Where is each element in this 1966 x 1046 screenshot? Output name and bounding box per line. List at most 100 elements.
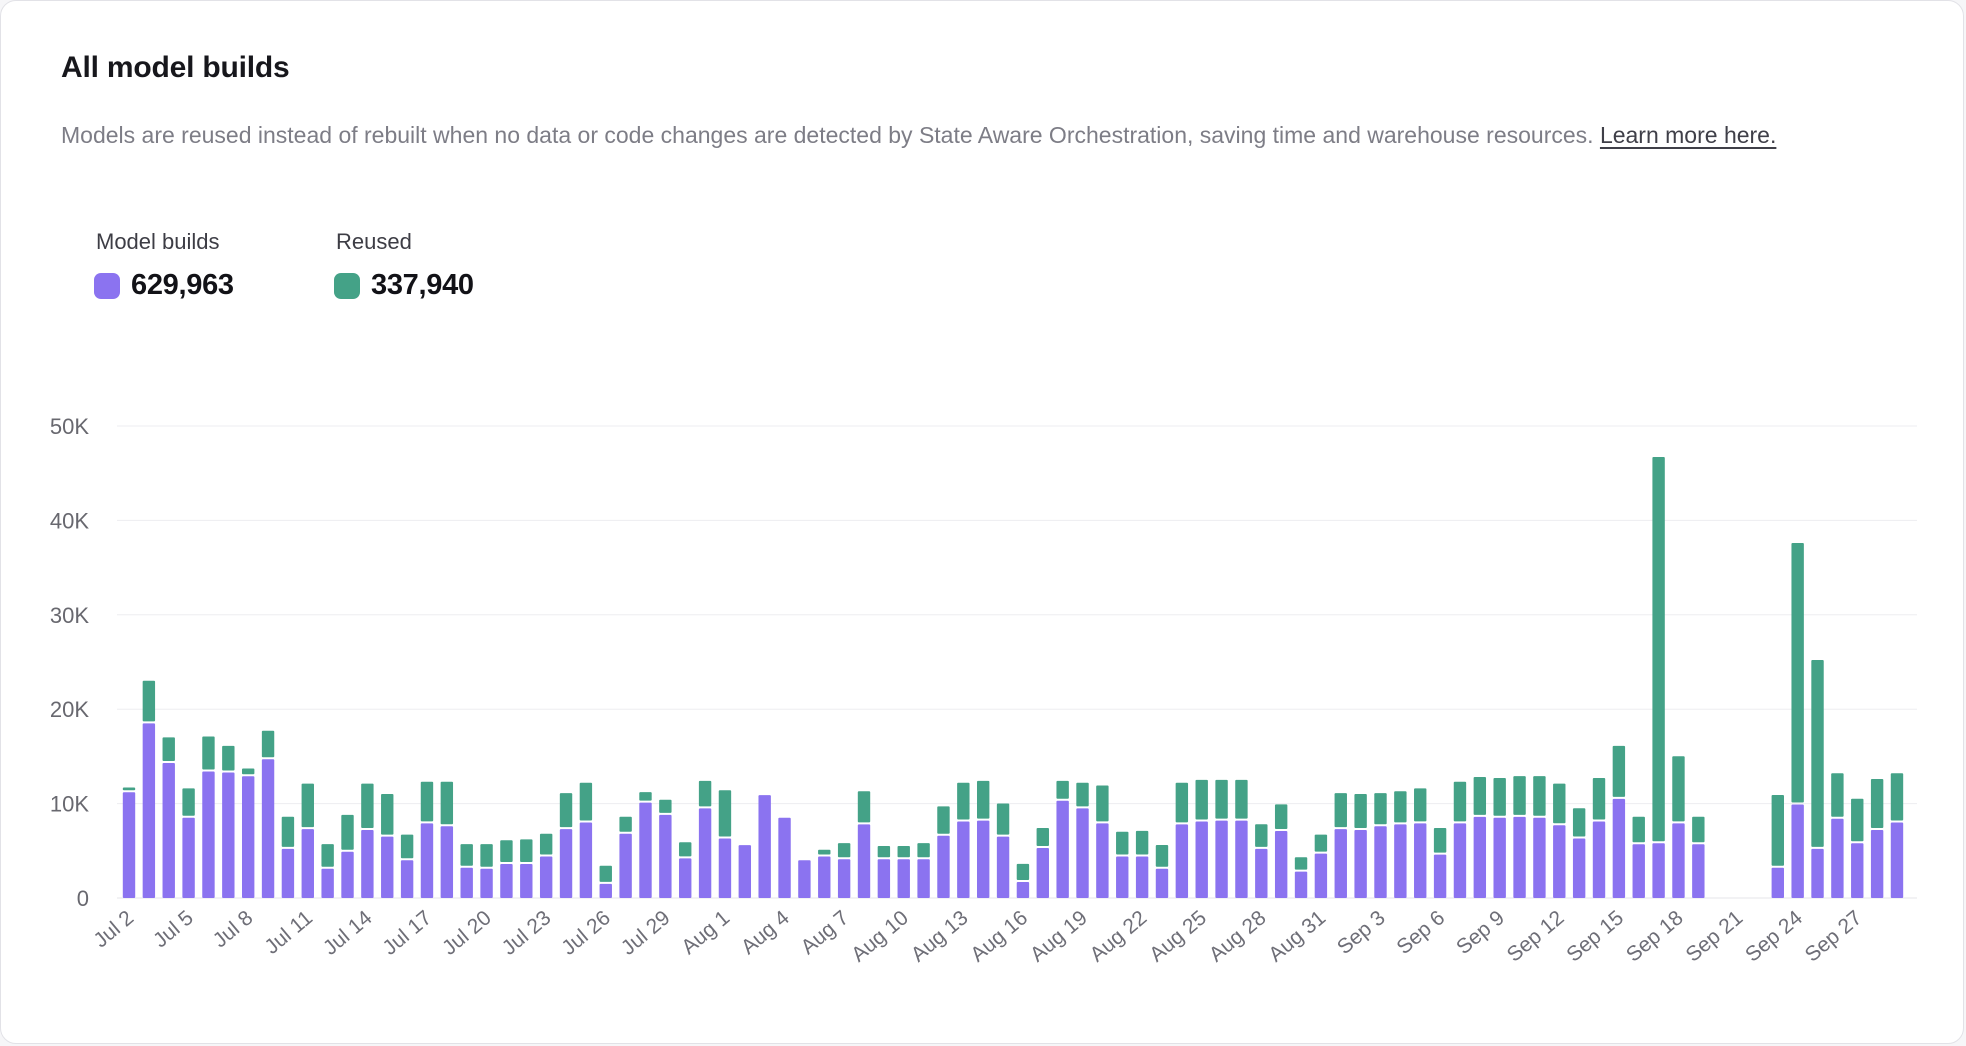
bar-model-builds-jul-6[interactable] — [202, 772, 214, 898]
bar-reused-jul-27[interactable] — [619, 817, 631, 832]
bar-reused-aug-15[interactable] — [997, 803, 1009, 834]
bar-model-builds-jul-29[interactable] — [659, 815, 671, 898]
legend-item-reused[interactable]: Reused 337,940 — [334, 229, 474, 302]
bar-model-builds-aug-12[interactable] — [937, 836, 949, 898]
bar-model-builds-aug-5[interactable] — [798, 860, 810, 898]
bar-model-builds-sep-11[interactable] — [1533, 818, 1545, 898]
bar-model-builds-sep-13[interactable] — [1573, 839, 1585, 898]
bar-model-builds-jul-23[interactable] — [540, 856, 552, 898]
bar-reused-jul-20[interactable] — [480, 844, 492, 867]
bar-model-builds-jul-27[interactable] — [619, 834, 631, 898]
bar-reused-jul-2[interactable] — [123, 787, 135, 790]
bar-model-builds-sep-24[interactable] — [1791, 805, 1803, 898]
bar-model-builds-sep-25[interactable] — [1811, 849, 1823, 898]
bar-model-builds-aug-18[interactable] — [1056, 801, 1068, 898]
bar-reused-aug-25[interactable] — [1196, 780, 1208, 820]
bar-reused-aug-9[interactable] — [878, 846, 890, 857]
bar-reused-aug-16[interactable] — [1017, 864, 1029, 880]
bar-model-builds-sep-10[interactable] — [1513, 817, 1525, 898]
bar-model-builds-sep-15[interactable] — [1613, 799, 1625, 898]
bar-model-builds-aug-31[interactable] — [1315, 854, 1327, 898]
bar-model-builds-sep-16[interactable] — [1633, 844, 1645, 898]
bar-reused-aug-13[interactable] — [957, 783, 969, 820]
bar-model-builds-jul-17[interactable] — [421, 823, 433, 898]
bar-model-builds-aug-15[interactable] — [997, 837, 1009, 898]
bar-reused-sep-10[interactable] — [1513, 776, 1525, 815]
bar-model-builds-sep-4[interactable] — [1394, 824, 1406, 898]
bar-reused-sep-8[interactable] — [1474, 777, 1486, 815]
bar-model-builds-aug-21[interactable] — [1116, 856, 1128, 898]
bar-model-builds-aug-19[interactable] — [1076, 808, 1088, 898]
bar-reused-sep-15[interactable] — [1613, 746, 1625, 797]
bar-model-builds-jul-31[interactable] — [699, 808, 711, 898]
bar-model-builds-jul-13[interactable] — [341, 852, 353, 898]
bar-reused-aug-30[interactable] — [1295, 857, 1307, 869]
bar-reused-aug-21[interactable] — [1116, 832, 1128, 855]
bar-model-builds-jul-8[interactable] — [242, 776, 254, 898]
bar-model-builds-sep-5[interactable] — [1414, 823, 1426, 898]
bar-model-builds-sep-8[interactable] — [1474, 817, 1486, 898]
bar-reused-jul-18[interactable] — [441, 782, 453, 824]
bar-model-builds-jul-16[interactable] — [401, 860, 413, 898]
bar-reused-jul-17[interactable] — [421, 782, 433, 822]
bar-reused-aug-29[interactable] — [1275, 804, 1287, 829]
bar-reused-aug-10[interactable] — [898, 846, 910, 857]
bar-reused-aug-7[interactable] — [838, 843, 850, 857]
bar-model-builds-aug-27[interactable] — [1235, 821, 1247, 898]
bar-reused-jul-15[interactable] — [381, 794, 393, 835]
bar-reused-aug-18[interactable] — [1056, 781, 1068, 799]
bar-model-builds-sep-7[interactable] — [1454, 823, 1466, 898]
bar-model-builds-aug-4[interactable] — [778, 818, 790, 898]
bar-reused-sep-7[interactable] — [1454, 782, 1466, 822]
bar-model-builds-jul-4[interactable] — [163, 763, 175, 898]
bar-reused-sep-17[interactable] — [1652, 457, 1664, 841]
bar-model-builds-aug-8[interactable] — [858, 824, 870, 898]
bar-reused-sep-16[interactable] — [1633, 817, 1645, 842]
bar-reused-aug-8[interactable] — [858, 791, 870, 822]
bar-model-builds-aug-30[interactable] — [1295, 872, 1307, 898]
bar-model-builds-aug-9[interactable] — [878, 859, 890, 898]
bar-reused-aug-20[interactable] — [1096, 786, 1108, 822]
bar-reused-sep-18[interactable] — [1672, 756, 1684, 821]
bar-reused-sep-4[interactable] — [1394, 791, 1406, 822]
bar-model-builds-jul-24[interactable] — [560, 829, 572, 898]
bar-reused-sep-23[interactable] — [1772, 795, 1784, 866]
bar-reused-jul-10[interactable] — [282, 817, 294, 847]
bar-reused-jul-14[interactable] — [361, 784, 373, 828]
bar-model-builds-sep-28[interactable] — [1871, 830, 1883, 898]
bar-model-builds-jul-15[interactable] — [381, 837, 393, 898]
bar-reused-jul-21[interactable] — [500, 840, 512, 862]
bar-model-builds-sep-12[interactable] — [1553, 825, 1565, 898]
bar-reused-sep-5[interactable] — [1414, 788, 1426, 821]
bar-reused-jul-28[interactable] — [639, 792, 651, 800]
bar-reused-sep-9[interactable] — [1493, 778, 1505, 816]
bar-model-builds-jul-22[interactable] — [520, 864, 532, 898]
bar-model-builds-jul-7[interactable] — [222, 772, 234, 898]
bar-reused-jul-4[interactable] — [163, 737, 175, 761]
bar-model-builds-aug-10[interactable] — [898, 859, 910, 898]
bar-model-builds-aug-2[interactable] — [739, 845, 751, 898]
bar-model-builds-jul-26[interactable] — [600, 884, 612, 898]
bar-model-builds-aug-16[interactable] — [1017, 882, 1029, 898]
bar-reused-jul-7[interactable] — [222, 746, 234, 771]
bar-reused-aug-17[interactable] — [1037, 828, 1049, 846]
bar-reused-jul-25[interactable] — [580, 783, 592, 821]
bar-model-builds-aug-20[interactable] — [1096, 823, 1108, 898]
bar-reused-sep-2[interactable] — [1354, 794, 1366, 828]
bar-reused-jul-31[interactable] — [699, 781, 711, 806]
bar-model-builds-jul-2[interactable] — [123, 792, 135, 898]
bar-reused-aug-27[interactable] — [1235, 780, 1247, 819]
bar-reused-jul-22[interactable] — [520, 839, 532, 862]
bar-reused-sep-1[interactable] — [1335, 793, 1347, 827]
bar-model-builds-aug-3[interactable] — [758, 795, 770, 898]
bar-reused-sep-19[interactable] — [1692, 817, 1704, 842]
bar-model-builds-aug-29[interactable] — [1275, 831, 1287, 898]
bar-model-builds-sep-3[interactable] — [1374, 826, 1386, 898]
bar-reused-aug-6[interactable] — [818, 850, 830, 855]
bar-reused-jul-23[interactable] — [540, 834, 552, 855]
bar-reused-jul-5[interactable] — [182, 788, 194, 815]
bar-reused-sep-24[interactable] — [1791, 543, 1803, 803]
bar-reused-jul-6[interactable] — [202, 736, 214, 769]
bar-reused-jul-29[interactable] — [659, 800, 671, 813]
bar-model-builds-aug-11[interactable] — [917, 859, 929, 898]
